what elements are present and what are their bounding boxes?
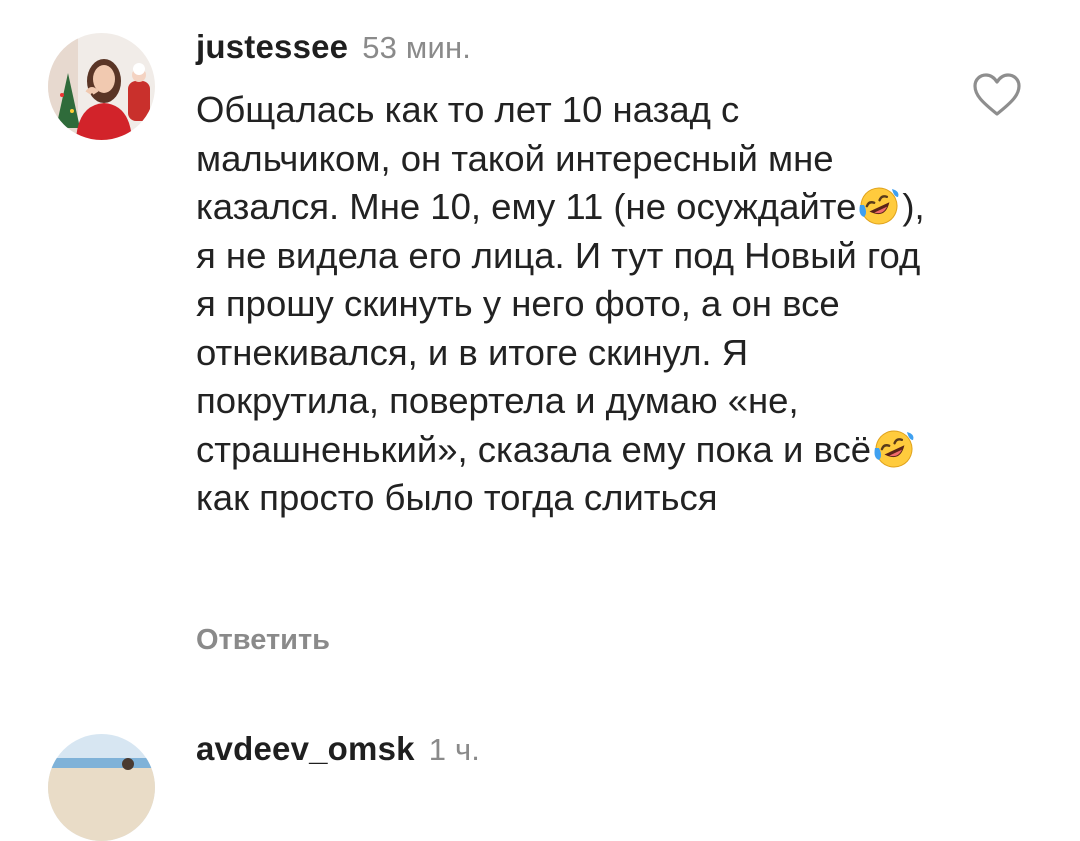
- avatar[interactable]: [48, 33, 155, 140]
- heart-outline-icon[interactable]: [972, 72, 1022, 118]
- comment-text-part-3: как просто было тогда слиться: [196, 477, 718, 518]
- rolling-on-floor-laughing-emoji-icon: [874, 430, 914, 467]
- username[interactable]: justessee 53 мин.: [196, 28, 471, 66]
- reply-button[interactable]: Ответить: [196, 624, 330, 657]
- avatar-photo: [48, 33, 155, 140]
- comment: avdeev_omsk 1 ч.: [0, 700, 1080, 841]
- comment: justessee 53 мин. Общалась как то лет 10 …: [0, 0, 1080, 700]
- comment-text: Общалась как то лет 10 назад с мальчиком…: [196, 86, 936, 523]
- comment-text-part-2: ), я не видела его лица. И тут под Новый…: [196, 186, 925, 470]
- username-text[interactable]: avdeev_omsk: [196, 730, 415, 767]
- rolling-on-floor-laughing-emoji-icon: [859, 187, 899, 225]
- username[interactable]: avdeev_omsk 1 ч.: [196, 730, 480, 768]
- avatar[interactable]: [48, 734, 155, 841]
- username-text[interactable]: justessee: [196, 28, 348, 65]
- timestamp: 53 мин.: [362, 30, 472, 65]
- timestamp: 1 ч.: [428, 732, 481, 767]
- comment-text-part-1: Общалась как то лет 10 назад с мальчиком…: [196, 89, 857, 227]
- avatar-photo: [48, 734, 155, 841]
